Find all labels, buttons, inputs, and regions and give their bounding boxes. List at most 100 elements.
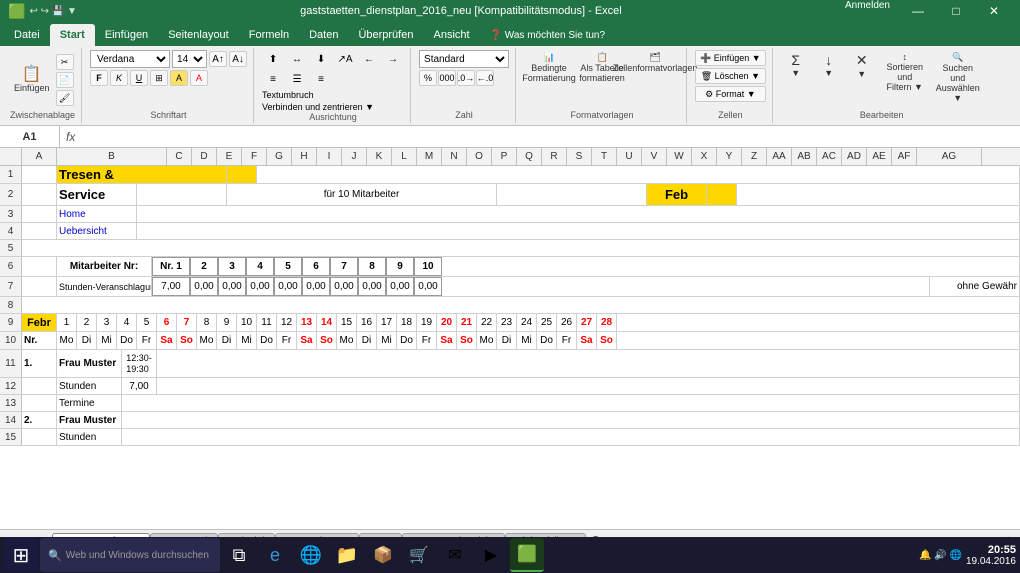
cell-9-d9[interactable]: 9	[217, 314, 237, 331]
tab-einfuegen[interactable]: Einfügen	[95, 24, 158, 46]
font-name-select[interactable]: Verdana	[90, 50, 170, 68]
col-w[interactable]: W	[667, 148, 692, 165]
col-m[interactable]: M	[417, 148, 442, 165]
cell-11-num[interactable]: 1.	[22, 350, 57, 377]
cell-11-time[interactable]: 12:30-19:30	[122, 350, 157, 377]
cell-10-sa2[interactable]: Sa	[297, 332, 317, 349]
cell-6-rest[interactable]	[442, 257, 1020, 276]
cell-13-rest[interactable]	[122, 395, 1020, 411]
cell-6-8[interactable]: 8	[358, 257, 386, 276]
col-g[interactable]: G	[267, 148, 292, 165]
delete-cells-button[interactable]: 🗑 Löschen ▼	[695, 68, 766, 84]
col-d[interactable]: D	[192, 148, 217, 165]
cell-14-num[interactable]: 2.	[22, 412, 57, 428]
col-ae[interactable]: AE	[867, 148, 892, 165]
col-ab[interactable]: AB	[792, 148, 817, 165]
cell-15-label[interactable]: Stunden	[57, 429, 122, 445]
col-ad[interactable]: AD	[842, 148, 867, 165]
cell-4-rest[interactable]	[137, 223, 1020, 239]
cell-9-d1[interactable]: 1	[57, 314, 77, 331]
tab-daten[interactable]: Daten	[299, 24, 348, 46]
align-bottom-button[interactable]: ⬇	[310, 50, 332, 68]
cell-10-di3[interactable]: Di	[357, 332, 377, 349]
increase-decimal-button[interactable]: .0→	[457, 70, 475, 86]
cell-6-3[interactable]: 3	[218, 257, 246, 276]
cell-7-2[interactable]: 0,00	[190, 277, 218, 296]
formula-input[interactable]	[81, 126, 1020, 147]
dropbox-button[interactable]: 📦	[366, 538, 400, 572]
cell-14-rest[interactable]	[122, 412, 1020, 428]
cell-10-sa1[interactable]: Sa	[157, 332, 177, 349]
cell-1-e[interactable]	[227, 166, 257, 183]
cell-7-mid[interactable]	[442, 277, 930, 296]
amazon-button[interactable]: 🛒	[402, 538, 436, 572]
col-z[interactable]: Z	[742, 148, 767, 165]
cell-7-10[interactable]: 0,00	[414, 277, 442, 296]
col-j[interactable]: J	[342, 148, 367, 165]
decrease-decimal-button[interactable]: ←.0	[476, 70, 494, 86]
cell-12-rest[interactable]	[157, 378, 1020, 394]
cell-9-d5[interactable]: 5	[137, 314, 157, 331]
indent-increase-button[interactable]: →	[382, 50, 404, 68]
underline-button[interactable]: U	[130, 70, 148, 86]
cell-10-fr3[interactable]: Fr	[417, 332, 437, 349]
cell-10-do4[interactable]: Do	[537, 332, 557, 349]
cell-4-a[interactable]	[22, 223, 57, 239]
border-button[interactable]: ⊞	[150, 70, 168, 86]
cell-10-sa4[interactable]: Sa	[577, 332, 597, 349]
cell-7-label[interactable]: Stunden-Veranschlagung :	[57, 277, 152, 296]
col-ag[interactable]: AG	[917, 148, 982, 165]
cell-10-so3[interactable]: So	[457, 332, 477, 349]
chrome-button[interactable]: 🌐	[294, 538, 328, 572]
cell-6-1[interactable]: Nr. 1	[152, 257, 190, 276]
mail-button[interactable]: ✉	[438, 538, 472, 572]
col-s[interactable]: S	[567, 148, 592, 165]
explorer-button[interactable]: 📁	[330, 538, 364, 572]
find-select-button[interactable]: 🔍 Suchen und Auswählen ▼	[933, 50, 983, 105]
cell-9-d7[interactable]: 7	[177, 314, 197, 331]
cell-12-val[interactable]: 7,00	[122, 378, 157, 394]
col-c[interactable]: C	[167, 148, 192, 165]
tab-datei[interactable]: Datei	[4, 24, 50, 46]
tab-ansicht[interactable]: Ansicht	[423, 24, 479, 46]
cell-2-feb[interactable]: Feb	[647, 184, 707, 205]
cell-6-10[interactable]: 10	[414, 257, 442, 276]
cell-9-d12[interactable]: 12	[277, 314, 297, 331]
cell-9-d21[interactable]: 21	[457, 314, 477, 331]
number-format-select[interactable]: Standard	[419, 50, 509, 68]
fill-button[interactable]: ↓ ▼	[814, 50, 844, 80]
cell-9-d27[interactable]: 27	[577, 314, 597, 331]
cell-9-d20[interactable]: 20	[437, 314, 457, 331]
cell-10-mo2[interactable]: Mo	[197, 332, 217, 349]
task-view-button[interactable]: ⧉	[222, 538, 256, 572]
align-middle-button[interactable]: ↔	[286, 50, 308, 68]
cell-9-d24[interactable]: 24	[517, 314, 537, 331]
cell-2-a[interactable]	[22, 184, 57, 205]
autosum-button[interactable]: Σ ▼	[781, 50, 811, 80]
cell-10-do1[interactable]: Do	[117, 332, 137, 349]
col-a[interactable]: A	[22, 148, 57, 165]
cell-11-name[interactable]: Frau Muster	[57, 350, 122, 377]
col-e[interactable]: E	[217, 148, 242, 165]
cell-10-nr[interactable]: Nr.	[22, 332, 57, 349]
percent-button[interactable]: %	[419, 70, 437, 86]
cell-10-do3[interactable]: Do	[397, 332, 417, 349]
paste-button[interactable]: 📋 Einfügen	[10, 65, 54, 95]
clear-button[interactable]: ✕ ▼	[847, 50, 877, 81]
italic-button[interactable]: K	[110, 70, 128, 86]
cell-7-7[interactable]: 0,00	[330, 277, 358, 296]
cell-12-a[interactable]	[22, 378, 57, 394]
cell-7-8[interactable]: 0,00	[358, 277, 386, 296]
cell-8-all[interactable]	[22, 297, 1020, 313]
col-q[interactable]: Q	[517, 148, 542, 165]
insert-cells-button[interactable]: ➕ Einfügen ▼	[695, 50, 766, 66]
cell-6-5[interactable]: 5	[274, 257, 302, 276]
cell-7-1[interactable]: 7,00	[152, 277, 190, 296]
cell-10-so2[interactable]: So	[317, 332, 337, 349]
cell-10-mi3[interactable]: Mi	[377, 332, 397, 349]
cell-9-d17[interactable]: 17	[377, 314, 397, 331]
col-v[interactable]: V	[642, 148, 667, 165]
col-k[interactable]: K	[367, 148, 392, 165]
cell-3-rest[interactable]	[137, 206, 1020, 222]
cell-3-home[interactable]: Home	[57, 206, 137, 222]
